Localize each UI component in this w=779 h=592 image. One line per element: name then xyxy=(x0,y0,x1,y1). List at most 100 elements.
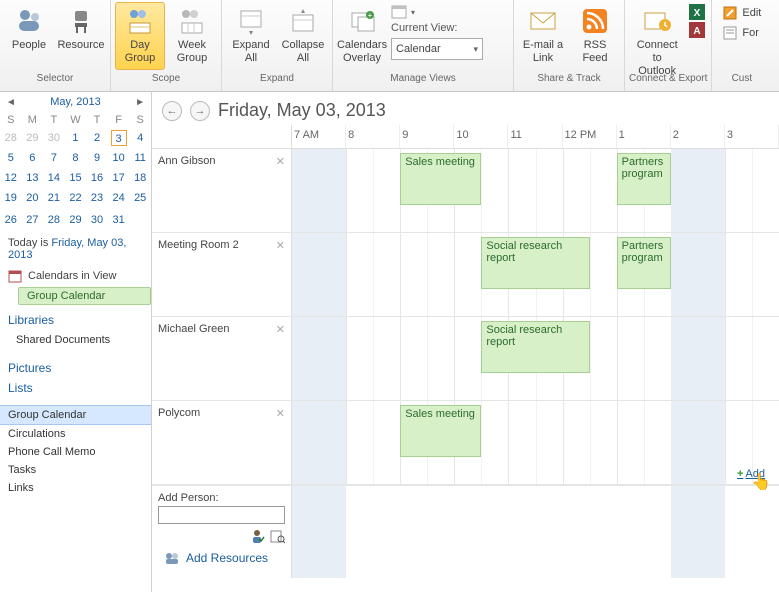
dow-cell: M xyxy=(22,112,44,128)
day-group-button[interactable]: Day Group xyxy=(115,2,165,70)
calendar-small-icon xyxy=(8,269,22,283)
dow-cell: S xyxy=(129,112,151,128)
timeline[interactable]: Social research report xyxy=(292,317,779,400)
calendar-day[interactable]: 26 xyxy=(0,208,22,231)
form-button[interactable]: For xyxy=(718,24,765,42)
calendar-day[interactable]: 31 xyxy=(108,208,130,231)
resource-name: Ann Gibson xyxy=(158,155,215,167)
view-dropdown-icon[interactable]: ▾ xyxy=(411,8,415,17)
calendar-event[interactable]: Social research report xyxy=(481,321,589,373)
calendar-day[interactable]: 14 xyxy=(43,168,65,188)
calendar-header: ← → Friday, May 03, 2013 xyxy=(152,92,779,125)
plus-icon: + xyxy=(737,468,743,480)
calendar-grid: 7 AM89101112 PM123 Ann Gibson✕Sales meet… xyxy=(152,125,779,592)
calendar-day[interactable]: 24 xyxy=(108,188,130,208)
email-link-button[interactable]: E-mail a Link xyxy=(518,2,568,70)
timeline[interactable]: Social research report Partners program xyxy=(292,233,779,316)
calendar-day[interactable]: 12 xyxy=(0,168,22,188)
expand-all-button[interactable]: Expand All xyxy=(226,2,276,70)
ribbon-group-manage-views: + Calendars Overlay ▾ Current View: Cale… xyxy=(333,0,514,91)
remove-resource-button[interactable]: ✕ xyxy=(276,239,285,252)
calendar-day[interactable]: 23 xyxy=(86,188,108,208)
next-day-button[interactable]: → xyxy=(190,101,210,121)
calendar-day[interactable]: 2 xyxy=(86,128,108,148)
list-nav-item[interactable]: Links xyxy=(0,479,151,497)
people-button[interactable]: People xyxy=(4,2,54,70)
people-icon xyxy=(13,5,45,37)
calendar-day[interactable]: 3 xyxy=(108,128,130,148)
check-names-icon[interactable] xyxy=(249,528,265,544)
calendar-day[interactable]: 13 xyxy=(22,168,44,188)
calendar-day[interactable]: 19 xyxy=(0,188,22,208)
calendar-event[interactable]: Sales meeting xyxy=(400,153,481,205)
month-label[interactable]: May, 2013 xyxy=(50,96,101,108)
next-month-button[interactable]: ► xyxy=(135,97,145,108)
calendar-day[interactable]: 29 xyxy=(22,128,44,148)
lists-heading[interactable]: Lists xyxy=(8,381,143,395)
rss-feed-button[interactable]: RSS Feed xyxy=(570,2,620,70)
resource-button[interactable]: Resource xyxy=(56,2,106,70)
list-nav-item[interactable]: Group Calendar xyxy=(0,405,151,425)
calendar-day[interactable]: 5 xyxy=(0,148,22,168)
remove-resource-button[interactable]: ✕ xyxy=(276,407,285,420)
calendar-day[interactable]: 20 xyxy=(22,188,44,208)
svg-text:X: X xyxy=(694,8,701,19)
timeline[interactable]: Sales meeting Partners program xyxy=(292,149,779,232)
current-view-select[interactable]: Calendar ▾ xyxy=(391,38,483,60)
add-event-link[interactable]: +Add xyxy=(737,468,765,480)
edit-button[interactable]: Edit xyxy=(718,4,765,22)
calendar-day[interactable]: 15 xyxy=(65,168,87,188)
list-nav-item[interactable]: Circulations xyxy=(0,425,151,443)
prev-month-button[interactable]: ◄ xyxy=(6,97,16,108)
add-resources-link[interactable]: Add Resources xyxy=(158,544,285,572)
calendar-day[interactable]: 29 xyxy=(65,208,87,231)
shared-documents-link[interactable]: Shared Documents xyxy=(8,331,143,349)
ribbon-group-scope: Day Group Week Group Scope xyxy=(111,0,222,91)
calendar-event[interactable]: Partners program xyxy=(617,153,671,205)
calendar-event[interactable]: Sales meeting xyxy=(400,405,481,457)
group-calendar-chip[interactable]: Group Calendar xyxy=(18,287,151,305)
calendar-day[interactable]: 18 xyxy=(129,168,151,188)
calendar-day[interactable]: 1 xyxy=(65,128,87,148)
week-group-button[interactable]: Week Group xyxy=(167,2,217,70)
calendar-day[interactable]: 6 xyxy=(22,148,44,168)
calendar-day[interactable]: 9 xyxy=(86,148,108,168)
remove-resource-button[interactable]: ✕ xyxy=(276,323,285,336)
list-nav-item[interactable]: Phone Call Memo xyxy=(0,443,151,461)
calendar-day[interactable] xyxy=(129,208,151,231)
calendar-day[interactable]: 27 xyxy=(22,208,44,231)
current-view-value: Calendar xyxy=(396,43,441,55)
calendar-day[interactable]: 22 xyxy=(65,188,87,208)
calendar-day[interactable]: 28 xyxy=(0,128,22,148)
calendars-overlay-button[interactable]: + Calendars Overlay xyxy=(337,2,387,70)
calendar-event[interactable]: Social research report xyxy=(481,237,589,289)
access-icon[interactable]: A xyxy=(689,22,705,38)
add-person-input[interactable] xyxy=(158,506,285,524)
calendar-day[interactable]: 8 xyxy=(65,148,87,168)
calendar-day[interactable]: 30 xyxy=(43,128,65,148)
connect-outlook-button[interactable]: Connect to Outlook xyxy=(629,2,685,70)
calendar-day[interactable]: 30 xyxy=(86,208,108,231)
timeline[interactable]: Sales meeting+Add👆 xyxy=(292,401,779,484)
calendar-day[interactable]: 25 xyxy=(129,188,151,208)
collapse-all-button[interactable]: Collapse All xyxy=(278,2,328,70)
remove-resource-button[interactable]: ✕ xyxy=(276,155,285,168)
prev-day-button[interactable]: ← xyxy=(162,101,182,121)
calendar-day[interactable]: 21 xyxy=(43,188,65,208)
list-nav-item[interactable]: Tasks xyxy=(0,461,151,479)
calendar-day[interactable]: 11 xyxy=(129,148,151,168)
ribbon-caption-scope: Scope xyxy=(152,72,180,86)
hour-header: 11 xyxy=(508,125,562,148)
calendar-day[interactable]: 28 xyxy=(43,208,65,231)
excel-icon[interactable]: X xyxy=(689,4,705,20)
calendar-day[interactable]: 17 xyxy=(108,168,130,188)
calendar-day[interactable]: 10 xyxy=(108,148,130,168)
calendar-event[interactable]: Partners program xyxy=(617,237,671,289)
browse-icon[interactable] xyxy=(269,528,285,544)
libraries-heading[interactable]: Libraries xyxy=(8,313,143,327)
calendar-day[interactable]: 16 xyxy=(86,168,108,188)
pictures-heading[interactable]: Pictures xyxy=(8,361,143,375)
calendar-day[interactable]: 4 xyxy=(129,128,151,148)
week-group-icon xyxy=(176,5,208,37)
calendar-day[interactable]: 7 xyxy=(43,148,65,168)
